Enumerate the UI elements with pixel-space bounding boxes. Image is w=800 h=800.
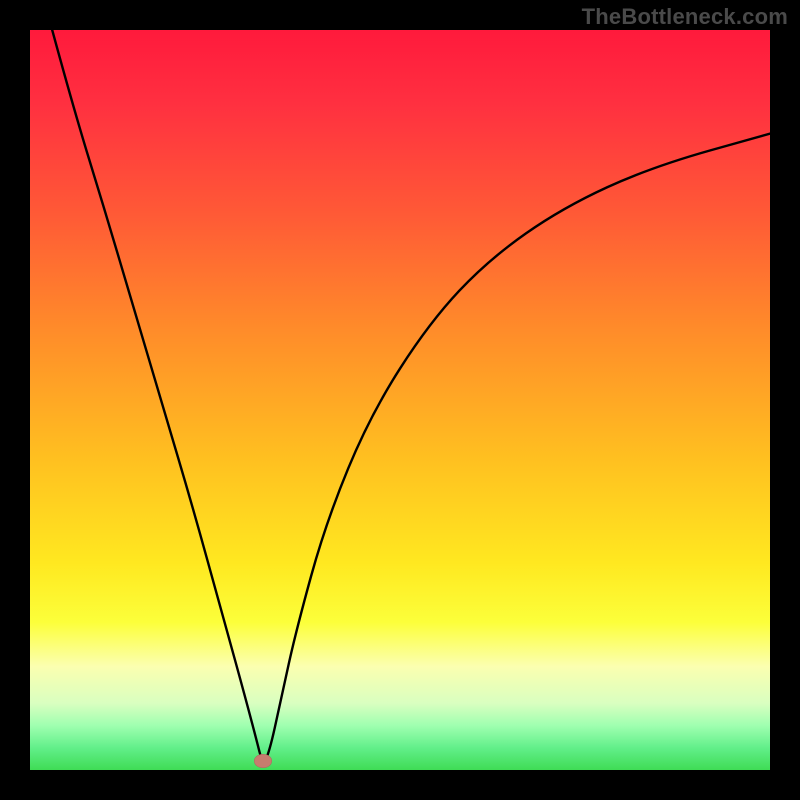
- bottleneck-curve: [30, 30, 770, 770]
- watermark-text: TheBottleneck.com: [582, 4, 788, 30]
- plot-area: [30, 30, 770, 770]
- chart-frame: TheBottleneck.com: [0, 0, 800, 800]
- optimal-point-marker: [254, 754, 272, 768]
